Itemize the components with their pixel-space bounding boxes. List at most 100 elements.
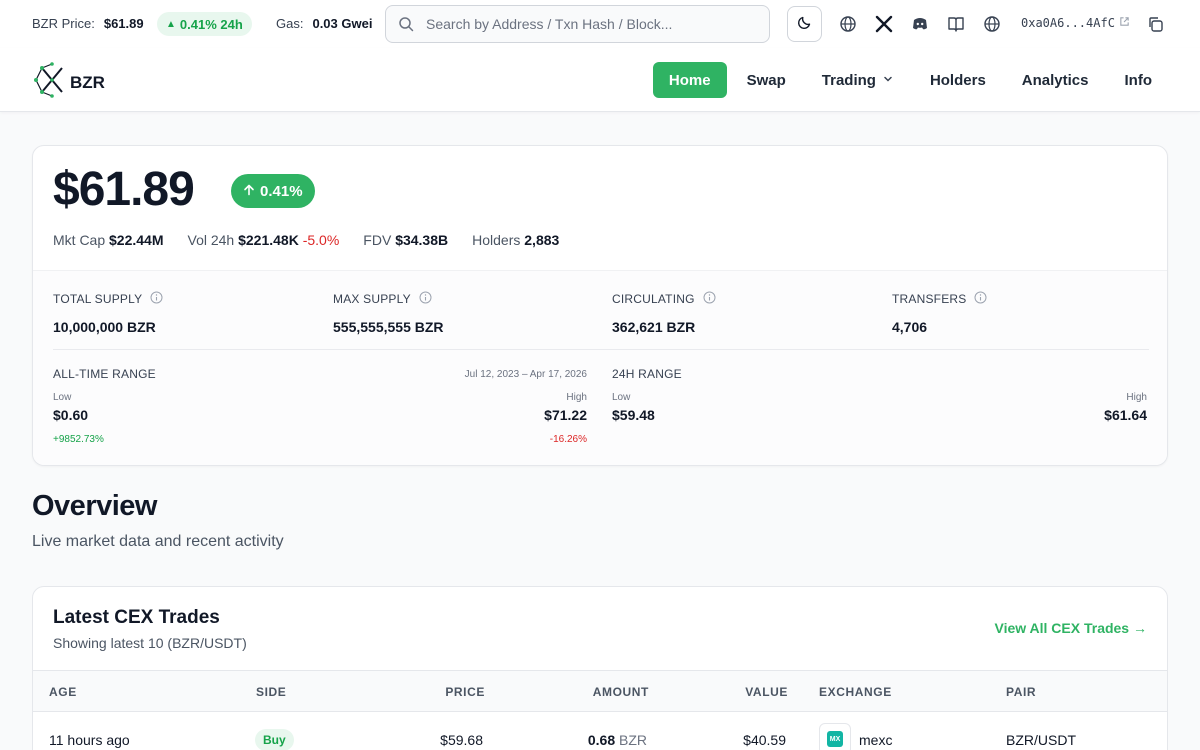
discord-icon[interactable] bbox=[910, 14, 930, 34]
main-nav: BZR Home Swap Trading Holders Analytics … bbox=[0, 48, 1200, 112]
copy-icon[interactable] bbox=[1145, 14, 1165, 34]
price-change-pill: 0.41% bbox=[231, 174, 315, 208]
supply-label: CIRCULATING bbox=[612, 292, 695, 306]
x-twitter-icon[interactable] bbox=[874, 14, 894, 34]
arrow-up-icon bbox=[243, 183, 255, 200]
info-icon[interactable] bbox=[974, 291, 987, 307]
stat-value: $221.48K bbox=[238, 232, 299, 248]
search-icon bbox=[398, 16, 414, 37]
stat-label: Vol 24h bbox=[187, 232, 235, 248]
supply-label: MAX SUPPLY bbox=[333, 292, 411, 306]
price-change-text: 0.41% 24h bbox=[179, 16, 243, 32]
supply-value: 555,555,555 BZR bbox=[333, 319, 444, 335]
trade-price: $59.68 bbox=[440, 732, 483, 748]
stat-market-cap: Mkt Cap $22.44M bbox=[53, 232, 164, 248]
price-change-pill-text: 0.41% bbox=[260, 182, 303, 200]
top-bar: BZR Price: $61.89 ▲ 0.41% 24h Gas: 0.03 … bbox=[0, 0, 1200, 48]
all-time-high-value: $71.22 bbox=[544, 407, 587, 423]
overview-subtitle: Live market data and recent activity bbox=[32, 533, 284, 550]
trade-amount: 0.68 BZR bbox=[588, 732, 647, 748]
nav-item-info[interactable]: Info bbox=[1107, 62, 1171, 98]
stat-value: 2,883 bbox=[524, 232, 560, 248]
trade-pair: BZR/USDT bbox=[1006, 732, 1076, 748]
theme-toggle-button[interactable] bbox=[787, 6, 822, 42]
price-label: BZR Price: bbox=[32, 16, 95, 31]
nav-item-home[interactable]: Home bbox=[652, 62, 727, 98]
market-stats: Mkt Cap $22.44M Vol 24h $221.48K -5.0% F… bbox=[53, 232, 559, 248]
column-header-exchange[interactable]: EXCHANGE bbox=[819, 685, 892, 699]
day-high-label: High bbox=[1126, 392, 1147, 403]
supply-section bbox=[33, 271, 1167, 465]
day-range-title: 24H RANGE bbox=[612, 367, 682, 381]
view-all-trades-link[interactable]: View All CEX Trades → bbox=[994, 620, 1147, 636]
website-globe-icon[interactable] bbox=[838, 14, 858, 34]
all-time-low-label: Low bbox=[53, 392, 72, 403]
price-summary-card: $61.89 0.41% Mkt Cap $22.44M Vol 24h $22… bbox=[32, 145, 1168, 466]
supply-circulating: CIRCULATING 362,621 BZR bbox=[612, 291, 716, 335]
all-time-high-pct: -16.26% bbox=[549, 434, 587, 445]
stat-holders: Holders 2,883 bbox=[472, 232, 559, 248]
logo[interactable]: BZR bbox=[32, 60, 105, 105]
gas-label: Gas: bbox=[276, 16, 304, 31]
stat-fdv: FDV $34.38B bbox=[363, 232, 448, 248]
nav-item-swap[interactable]: Swap bbox=[729, 62, 804, 98]
trades-title: Latest CEX Trades bbox=[53, 607, 220, 628]
all-time-low-value: $0.60 bbox=[53, 407, 89, 423]
logo-text: BZR bbox=[70, 72, 105, 92]
all-time-low-pct: +9852.73% bbox=[53, 434, 104, 445]
external-link-icon bbox=[1119, 16, 1130, 30]
mexc-logo-icon: MX bbox=[819, 723, 851, 750]
nav-item-holders[interactable]: Holders bbox=[912, 62, 1004, 98]
price-change-badge: ▲ 0.41% 24h bbox=[157, 12, 252, 36]
supply-label: TRANSFERS bbox=[892, 292, 967, 306]
supply-total: TOTAL SUPPLY 10,000,000 BZR bbox=[53, 291, 163, 335]
supply-value: 10,000,000 BZR bbox=[53, 319, 156, 335]
all-time-range-dates: Jul 12, 2023 – Apr 17, 2026 bbox=[464, 369, 587, 380]
bzr-logo-icon bbox=[32, 60, 72, 105]
nav-item-analytics[interactable]: Analytics bbox=[1004, 62, 1107, 98]
info-icon[interactable] bbox=[419, 291, 432, 307]
overview-title: Overview bbox=[32, 490, 157, 522]
supply-value: 4,706 bbox=[892, 319, 928, 335]
trade-amount-unit: BZR bbox=[619, 732, 647, 748]
moon-icon bbox=[797, 14, 813, 35]
info-icon[interactable] bbox=[703, 291, 716, 307]
wallet-address-link[interactable]: 0xa0A6...4AfC bbox=[1021, 16, 1130, 30]
price-ticker: BZR Price: $61.89 bbox=[32, 16, 144, 31]
day-high-value: $61.64 bbox=[1104, 407, 1147, 423]
trade-amount-value: 0.68 bbox=[587, 732, 616, 748]
stat-label: Mkt Cap bbox=[53, 232, 106, 248]
supply-label: TOTAL SUPPLY bbox=[53, 292, 143, 306]
search-box[interactable] bbox=[385, 5, 770, 43]
column-header-age[interactable]: AGE bbox=[49, 685, 77, 699]
all-time-high-label: High bbox=[566, 392, 587, 403]
info-icon[interactable] bbox=[150, 291, 163, 307]
nav-item-trading[interactable]: Trading bbox=[804, 62, 912, 98]
stat-volume: Vol 24h $221.48K -5.0% bbox=[188, 232, 340, 248]
stat-label: Holders bbox=[472, 232, 521, 248]
docs-book-icon[interactable] bbox=[946, 14, 966, 34]
gas-value: 0.03 Gwei bbox=[312, 16, 373, 31]
search-input[interactable] bbox=[426, 16, 746, 32]
trade-exchange: mexc bbox=[859, 732, 893, 748]
cex-trades-card: Latest CEX Trades Showing latest 10 (BZR… bbox=[32, 586, 1168, 750]
chevron-down-icon bbox=[882, 72, 894, 89]
column-header-value[interactable]: VALUE bbox=[745, 685, 788, 699]
nav-menu: Home Swap Trading Holders Analytics Info bbox=[652, 62, 1171, 98]
gas-ticker: Gas: 0.03 Gwei bbox=[276, 16, 372, 31]
trades-subtitle: Showing latest 10 (BZR/USDT) bbox=[53, 635, 247, 651]
wallet-address: 0xa0A6...4AfC bbox=[1021, 16, 1115, 30]
nav-item-trading-label: Trading bbox=[821, 71, 876, 89]
column-header-amount[interactable]: AMOUNT bbox=[593, 685, 649, 699]
trade-age: 11 hours ago bbox=[49, 732, 130, 748]
trade-side-badge: Buy bbox=[255, 729, 294, 750]
supply-max: MAX SUPPLY 555,555,555 BZR bbox=[333, 291, 444, 335]
supply-transfers: TRANSFERS 4,706 bbox=[892, 291, 987, 335]
column-header-side[interactable]: SIDE bbox=[256, 685, 286, 699]
current-price: $61.89 bbox=[53, 163, 195, 216]
column-header-price[interactable]: PRICE bbox=[445, 685, 485, 699]
volume-change: -5.0% bbox=[302, 232, 340, 248]
trade-value: $40.59 bbox=[743, 732, 786, 748]
column-header-pair[interactable]: PAIR bbox=[1006, 685, 1036, 699]
language-globe-icon[interactable] bbox=[982, 14, 1002, 34]
